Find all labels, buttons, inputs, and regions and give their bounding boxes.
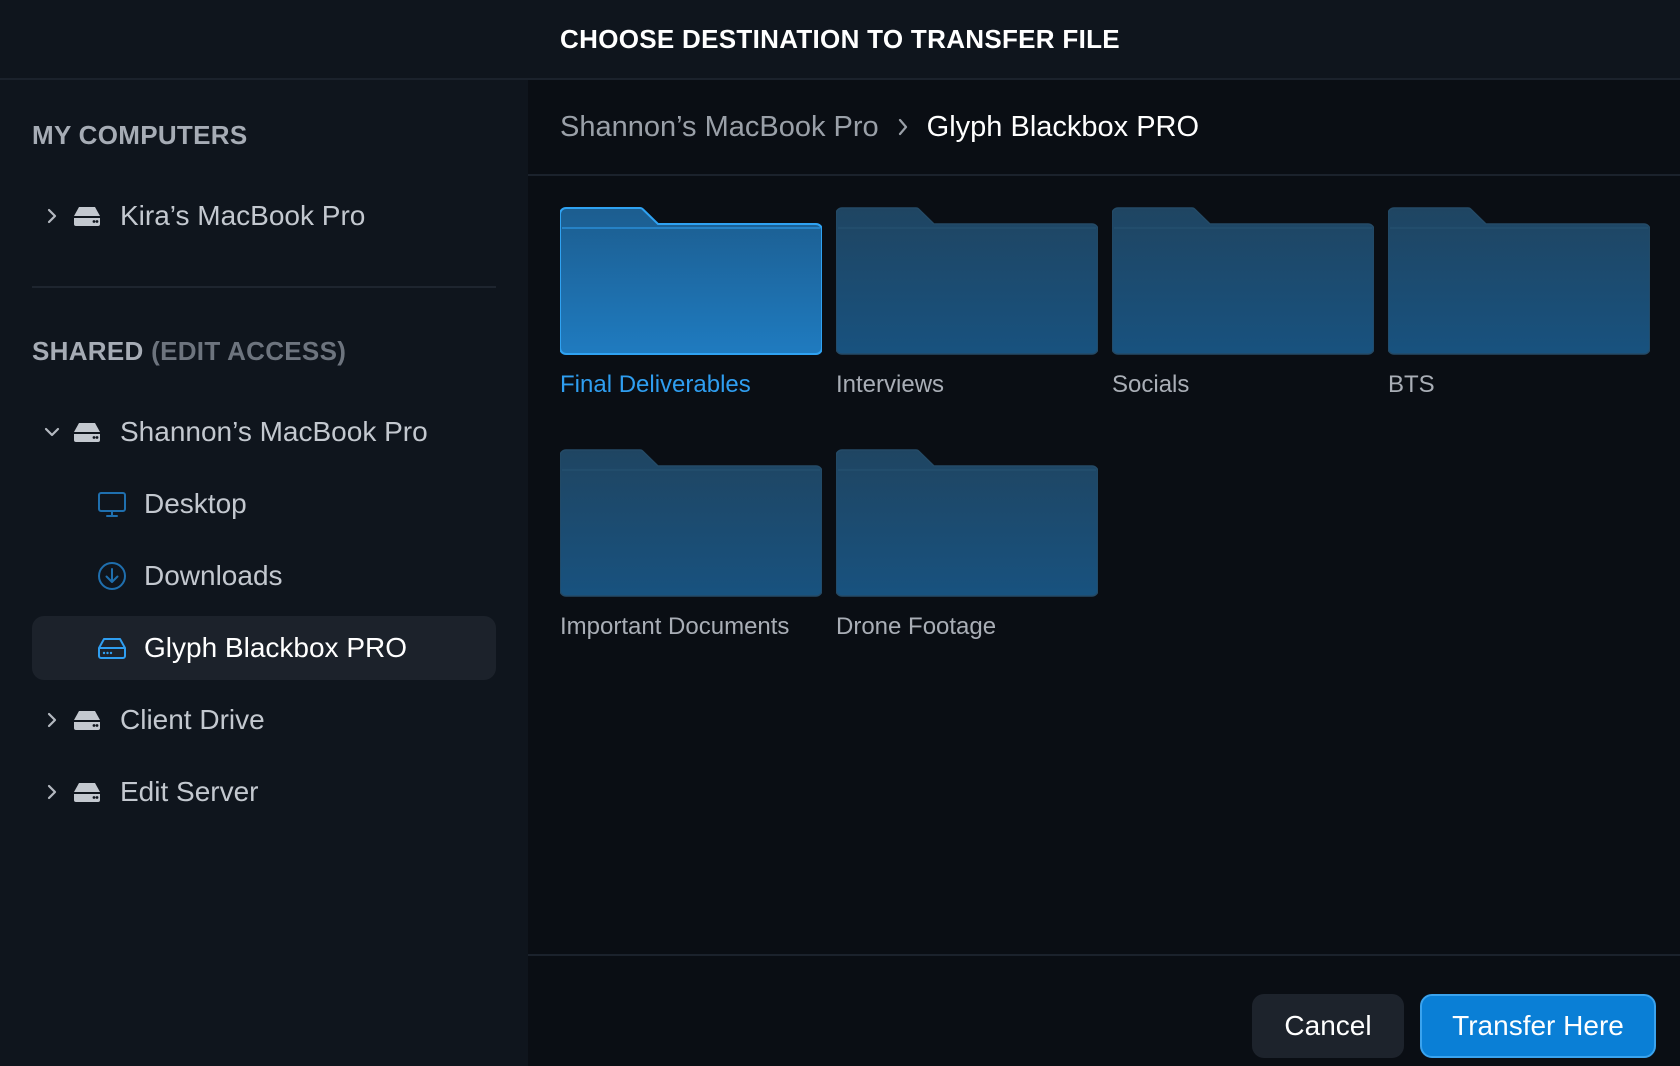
folder-label: Interviews: [836, 371, 945, 398]
cancel-button[interactable]: Cancel: [1252, 994, 1404, 1058]
sidebar-divider: [32, 286, 496, 288]
folder-label: Socials: [1112, 371, 1190, 398]
sidebar-item-kiras-macbook[interactable]: Kira’s MacBook Pro: [32, 184, 496, 248]
folder-label: Drone Footage: [836, 613, 997, 640]
sidebar: MY COMPUTERS Kira’s MacBook Pro SHARED (…: [0, 80, 528, 1066]
chevron-right-icon: [879, 115, 927, 139]
folder-bts[interactable]: BTS: [1388, 206, 1650, 398]
main-panel: Shannon’s MacBook Pro Glyph Blackbox PRO: [528, 80, 1680, 1066]
folder-icon: [560, 449, 822, 597]
breadcrumb-current: Glyph Blackbox PRO: [926, 110, 1200, 143]
sidebar-item-downloads[interactable]: Downloads: [32, 544, 496, 608]
sidebar-item-label: Glyph Blackbox PRO: [144, 632, 407, 663]
sidebar-item-label: Client Drive: [120, 704, 265, 735]
folder-important-documents[interactable]: Important Documents: [560, 448, 822, 640]
folder-label: Important Documents: [560, 613, 790, 640]
folder-icon: [1388, 207, 1650, 355]
external-drive-icon: [96, 632, 128, 664]
sidebar-item-label: Desktop: [144, 488, 247, 519]
folder-icon: [836, 449, 1098, 597]
dialog-titlebar: CHOOSE DESTINATION TO TRANSFER FILE: [0, 0, 1680, 80]
my-computers-header-label: MY COMPUTERS: [32, 120, 248, 150]
transfer-here-button[interactable]: Transfer Here: [1420, 994, 1656, 1058]
sidebar-item-client-drive[interactable]: Client Drive: [32, 688, 496, 752]
sidebar-item-label: Edit Server: [120, 776, 259, 807]
drive-icon: [72, 707, 102, 733]
drive-icon: [72, 419, 102, 445]
breadcrumb-parent[interactable]: Shannon’s MacBook Pro: [560, 111, 879, 144]
download-icon: [96, 560, 128, 592]
folder-icon: [560, 207, 822, 355]
dialog-title: CHOOSE DESTINATION TO TRANSFER FILE: [560, 23, 1120, 54]
sidebar-item-shannons-macbook[interactable]: Shannon’s MacBook Pro: [32, 400, 496, 464]
folder-label: BTS: [1388, 371, 1435, 398]
folder-interviews[interactable]: Interviews: [836, 206, 1098, 398]
folder-socials[interactable]: Socials: [1112, 206, 1374, 398]
sidebar-item-desktop[interactable]: Desktop: [32, 472, 496, 536]
shared-header-sub: (EDIT ACCESS): [151, 336, 347, 366]
folder-icon: [836, 207, 1098, 355]
folder-icon: [1112, 207, 1374, 355]
sidebar-item-label: Kira’s MacBook Pro: [120, 200, 366, 231]
my-computers-header: MY COMPUTERS: [32, 120, 247, 151]
sidebar-item-label: Shannon’s MacBook Pro: [120, 416, 428, 447]
dialog-footer: Cancel Transfer Here: [528, 954, 1680, 1066]
drive-icon: [72, 203, 102, 229]
chevron-right-icon[interactable]: [42, 710, 62, 730]
sidebar-item-label: Downloads: [144, 560, 283, 591]
transfer-dialog: CHOOSE DESTINATION TO TRANSFER FILE MY C…: [0, 0, 1680, 1066]
folder-drone-footage[interactable]: Drone Footage: [836, 448, 1098, 640]
folder-final-deliverables[interactable]: Final Deliverables: [560, 206, 822, 398]
chevron-right-icon[interactable]: [42, 206, 62, 226]
breadcrumb: Shannon’s MacBook Pro Glyph Blackbox PRO: [528, 80, 1680, 176]
chevron-down-icon[interactable]: [42, 422, 62, 442]
sidebar-item-edit-server[interactable]: Edit Server: [32, 760, 496, 824]
monitor-icon: [96, 488, 128, 520]
shared-header-label: SHARED: [32, 336, 144, 366]
folder-label: Final Deliverables: [560, 371, 751, 398]
chevron-right-icon[interactable]: [42, 782, 62, 802]
shared-header: SHARED (EDIT ACCESS): [32, 336, 346, 367]
drive-icon: [72, 779, 102, 805]
sidebar-item-glyph-blackbox[interactable]: Glyph Blackbox PRO: [32, 616, 496, 680]
